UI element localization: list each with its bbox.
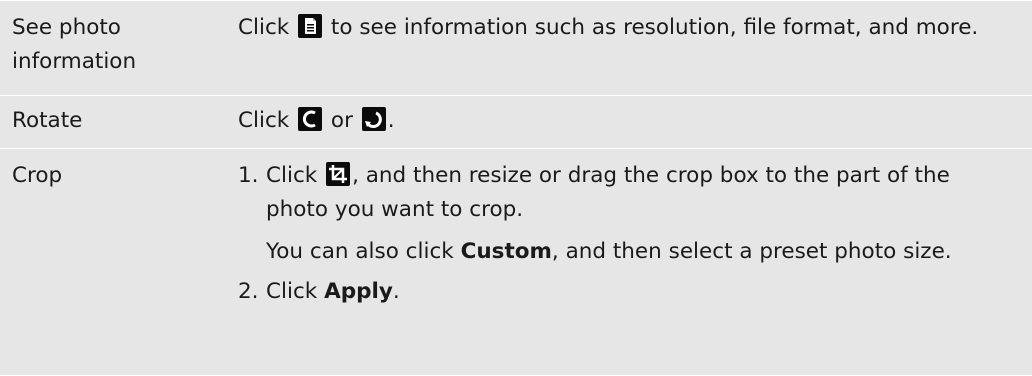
step-text-before: Click — [266, 163, 318, 188]
desc-text: or — [330, 108, 353, 133]
row-label: Crop — [0, 148, 230, 376]
list-item: 1. Click , and then resize or drag the c… — [238, 159, 1002, 227]
step-text: Click , and then resize or drag the crop… — [266, 159, 1002, 227]
row-label: Rotate — [0, 95, 230, 149]
crop-steps: 1. Click , and then resize or drag the c… — [238, 159, 1002, 227]
crop-note: You can also click Custom, and then sele… — [266, 235, 1002, 269]
row-label: See photo information — [0, 0, 230, 96]
list-item: 2. Click Apply. — [238, 275, 1002, 309]
desc-text: . — [387, 108, 395, 133]
row-description: Click to see information such as resolut… — [230, 0, 1032, 96]
table-row-photo-info: See photo information Click to see infor… — [0, 0, 1032, 96]
step-text-before: Click — [266, 279, 318, 304]
table-row-rotate: Rotate Click or . — [0, 95, 1032, 149]
apply-option: Apply — [324, 279, 393, 304]
table-row-crop: Crop 1. Click , and then resize or drag — [0, 148, 1032, 376]
rotate-right-icon — [361, 107, 386, 131]
desc-text: Click — [238, 15, 290, 40]
photo-info-icon — [298, 14, 323, 38]
note-text: You can also click — [266, 239, 454, 264]
note-text: , and then select a preset photo size. — [551, 239, 952, 264]
row-description: Click or . — [230, 95, 1032, 149]
row-description: 1. Click , and then resize or drag the c… — [230, 148, 1032, 376]
feature-table: See photo information Click to see infor… — [0, 0, 1032, 376]
step-text: Click Apply. — [266, 275, 1002, 309]
step-text-after: , and then resize or drag the crop box t… — [266, 163, 950, 222]
desc-text: Click — [238, 108, 290, 133]
crop-icon — [326, 162, 351, 186]
desc-text: to see information such as resolution, f… — [330, 15, 979, 40]
step-number: 2. — [238, 279, 259, 304]
custom-option: Custom — [460, 239, 552, 264]
step-number: 1. — [238, 163, 259, 188]
step-text-after: . — [392, 279, 400, 304]
rotate-left-icon — [298, 107, 323, 131]
crop-steps-continued: 2. Click Apply. — [238, 275, 1002, 309]
